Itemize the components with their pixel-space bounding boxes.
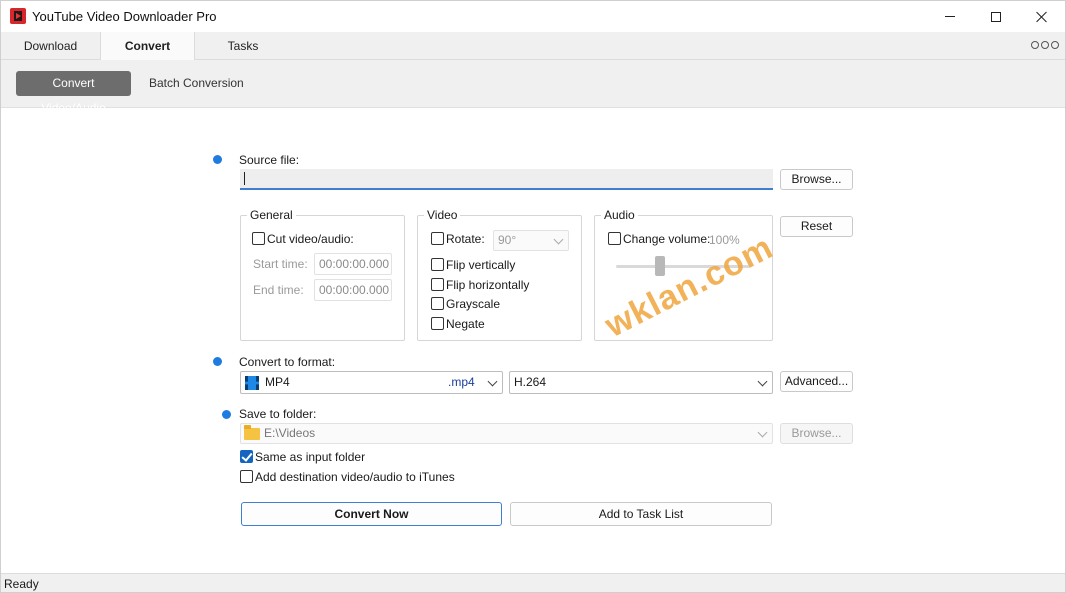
chevron-down-icon xyxy=(487,376,498,387)
chevron-down-icon xyxy=(757,376,768,387)
minimize-button[interactable] xyxy=(927,1,973,32)
more-options-icon[interactable] xyxy=(1031,41,1061,51)
start-time-field[interactable]: 00:00:00.000 xyxy=(314,253,392,275)
add-to-task-list-button[interactable]: Add to Task List xyxy=(510,502,772,526)
maximize-button[interactable] xyxy=(973,1,1019,32)
change-volume-label: Change volume: xyxy=(623,232,711,246)
close-button[interactable] xyxy=(1019,1,1065,32)
video-file-icon xyxy=(245,376,259,390)
folder-value: E:\Videos xyxy=(264,426,316,440)
end-time-field[interactable]: 00:00:00.000 xyxy=(314,279,392,301)
video-group-title: Video xyxy=(424,208,461,222)
format-value: MP4 xyxy=(265,375,290,389)
folder-browse-button[interactable]: Browse... xyxy=(780,423,853,444)
format-step-dot xyxy=(213,357,222,366)
sub-tab-bar: Convert Video/Audio Batch Conversion xyxy=(1,60,1065,115)
window-title: YouTube Video Downloader Pro xyxy=(32,9,217,24)
audio-group-title: Audio xyxy=(601,208,638,222)
reset-button[interactable]: Reset xyxy=(780,216,853,237)
convert-format-label: Convert to format: xyxy=(239,355,336,369)
codec-select[interactable]: H.264 xyxy=(509,371,773,394)
itunes-checkbox[interactable] xyxy=(240,470,253,483)
main-tab-bar: Download Convert Tasks xyxy=(1,32,1065,61)
flip-vertically-label: Flip vertically xyxy=(446,258,516,272)
flip-horizontally-label: Flip horizontally xyxy=(446,278,530,292)
chevron-down-icon xyxy=(757,427,768,438)
change-volume-checkbox[interactable] xyxy=(608,232,621,245)
status-bar: Ready xyxy=(1,573,1065,592)
chevron-down-icon xyxy=(553,234,564,245)
source-step-dot xyxy=(213,155,222,164)
same-folder-label: Same as input folder xyxy=(255,450,366,464)
general-group-title: General xyxy=(247,208,296,222)
folder-select[interactable]: E:\Videos xyxy=(240,423,773,444)
grayscale-checkbox[interactable] xyxy=(431,297,444,310)
source-file-label: Source file: xyxy=(239,153,300,167)
itunes-label: Add destination video/audio to iTunes xyxy=(255,470,455,484)
end-time-label: End time: xyxy=(253,283,304,297)
tab-tasks[interactable]: Tasks xyxy=(195,32,291,60)
tab-convert[interactable]: Convert xyxy=(100,32,195,61)
subtab-convert-video-audio[interactable]: Convert Video/Audio xyxy=(16,71,131,115)
save-folder-label: Save to folder: xyxy=(239,407,317,421)
format-select[interactable]: MP4 .mp4 xyxy=(240,371,503,394)
start-time-label: Start time: xyxy=(253,257,308,271)
minimize-icon xyxy=(945,16,955,17)
volume-slider-thumb[interactable] xyxy=(655,256,665,276)
format-extension: .mp4 xyxy=(448,375,475,389)
save-step-dot xyxy=(222,410,231,419)
close-icon xyxy=(1036,11,1048,23)
convert-now-button[interactable]: Convert Now xyxy=(241,502,502,526)
cut-video-label: Cut video/audio: xyxy=(267,232,354,246)
flip-horizontally-checkbox[interactable] xyxy=(431,278,444,291)
status-text: Ready xyxy=(4,577,39,591)
negate-label: Negate xyxy=(446,317,485,331)
advanced-button[interactable]: Advanced... xyxy=(780,371,853,392)
codec-value: H.264 xyxy=(514,375,547,389)
app-logo-icon xyxy=(10,8,26,24)
negate-checkbox[interactable] xyxy=(431,317,444,330)
subtab-batch-conversion[interactable]: Batch Conversion xyxy=(141,71,252,96)
rotate-select[interactable]: 90° xyxy=(493,230,569,251)
maximize-icon xyxy=(991,11,1001,22)
text-caret xyxy=(244,172,245,185)
rotate-value: 90° xyxy=(498,233,517,247)
app-window: YouTube Video Downloader Pro Download Co… xyxy=(0,0,1066,593)
grayscale-label: Grayscale xyxy=(446,297,501,311)
rotate-label: Rotate: xyxy=(446,232,485,246)
cut-video-checkbox[interactable] xyxy=(252,232,265,245)
folder-icon xyxy=(244,425,260,440)
title-bar: YouTube Video Downloader Pro xyxy=(1,1,1065,32)
flip-vertically-checkbox[interactable] xyxy=(431,258,444,271)
source-file-input[interactable] xyxy=(240,169,773,190)
same-folder-checkbox[interactable] xyxy=(240,450,253,463)
rotate-checkbox[interactable] xyxy=(431,232,444,245)
tab-download[interactable]: Download xyxy=(1,32,100,60)
source-browse-button[interactable]: Browse... xyxy=(780,169,853,190)
